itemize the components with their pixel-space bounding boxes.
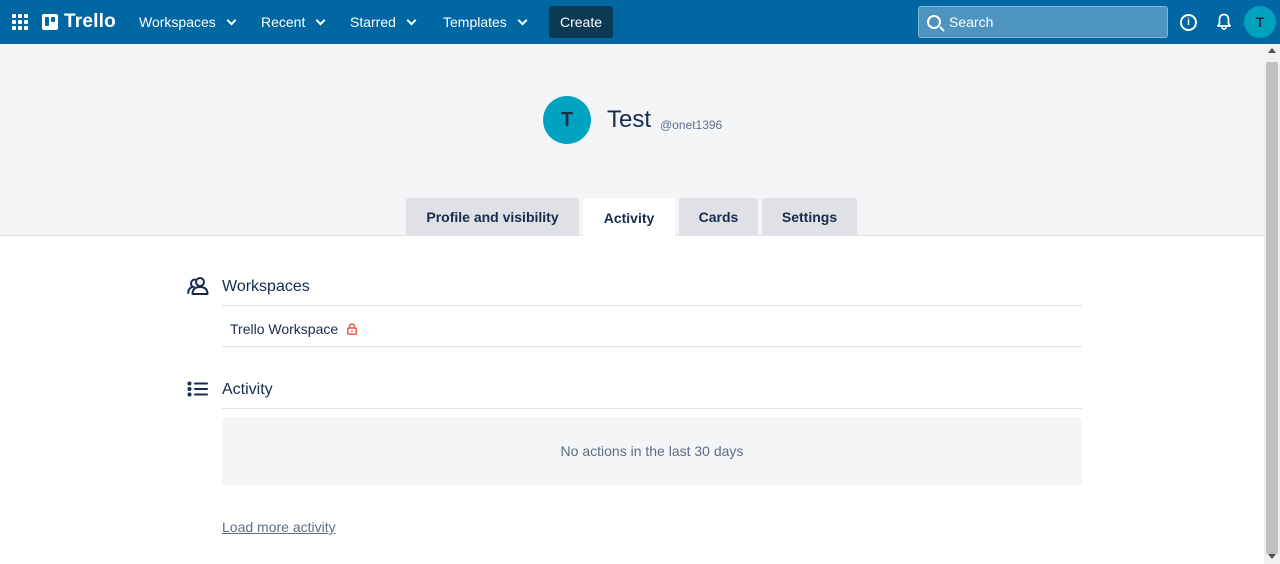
logo-text: Trello bbox=[64, 11, 116, 32]
divider bbox=[222, 305, 1082, 306]
tab-cards[interactable]: Cards bbox=[679, 198, 758, 236]
nav-starred-label: Starred bbox=[350, 14, 396, 30]
workspace-name: Trello Workspace bbox=[230, 321, 339, 337]
activity-empty-state: No actions in the last 30 days bbox=[222, 417, 1082, 485]
nav-templates-menu[interactable]: Templates bbox=[439, 6, 530, 38]
search-icon bbox=[927, 15, 941, 29]
chevron-down-icon bbox=[406, 15, 417, 25]
workspace-link[interactable]: Trello Workspace bbox=[230, 321, 358, 337]
search-input[interactable] bbox=[949, 14, 1149, 30]
top-navigation-bar: Trello Workspaces Recent Starred Templat… bbox=[0, 0, 1280, 44]
scrollbar-thumb[interactable] bbox=[1266, 62, 1278, 554]
scroll-up-arrow-icon[interactable] bbox=[1268, 48, 1276, 53]
nav-starred-menu[interactable]: Starred bbox=[346, 6, 419, 38]
scroll-down-arrow-icon[interactable] bbox=[1268, 554, 1276, 559]
nav-templates-label: Templates bbox=[443, 14, 507, 30]
activity-section-title: Activity bbox=[222, 381, 273, 398]
info-icon[interactable]: i bbox=[1180, 14, 1197, 31]
member-avatar-button[interactable]: T bbox=[1244, 6, 1276, 38]
profile-username: @onet1396 bbox=[660, 118, 723, 132]
tab-settings[interactable]: Settings bbox=[762, 198, 857, 236]
tab-activity[interactable]: Activity bbox=[583, 198, 675, 237]
app-switcher-button[interactable] bbox=[8, 8, 32, 36]
trello-logo-icon bbox=[42, 14, 58, 30]
nav-recent-menu[interactable]: Recent bbox=[257, 6, 328, 38]
load-more-activity-link[interactable]: Load more activity bbox=[222, 519, 336, 535]
empty-message: No actions in the last 30 days bbox=[560, 443, 744, 459]
page-scrollbar[interactable] bbox=[1264, 44, 1280, 564]
tab-profile-and-visibility[interactable]: Profile and visibility bbox=[406, 198, 579, 236]
nav-recent-label: Recent bbox=[261, 14, 306, 30]
profile-header: T Test @onet1396 Profile and visibility … bbox=[0, 44, 1264, 237]
chevron-down-icon bbox=[226, 15, 237, 25]
profile-tabs: Profile and visibility Activity Cards Se… bbox=[0, 198, 1264, 237]
profile-name: Test bbox=[607, 106, 652, 133]
chevron-down-icon bbox=[517, 15, 528, 25]
bell-icon[interactable] bbox=[1216, 13, 1232, 31]
divider bbox=[222, 346, 1082, 347]
apps-grid-icon bbox=[12, 14, 28, 30]
workspaces-members-icon bbox=[187, 277, 209, 295]
divider bbox=[222, 408, 1082, 409]
profile-avatar: T bbox=[543, 96, 591, 144]
create-button[interactable]: Create bbox=[549, 6, 613, 38]
activity-list-icon bbox=[187, 381, 208, 397]
trello-logo[interactable]: Trello bbox=[42, 10, 116, 34]
search-box[interactable] bbox=[918, 6, 1168, 38]
lock-icon bbox=[347, 323, 358, 335]
chevron-down-icon bbox=[315, 15, 326, 25]
workspaces-section-title: Workspaces bbox=[222, 278, 310, 295]
nav-workspaces-label: Workspaces bbox=[139, 14, 216, 30]
nav-workspaces-menu[interactable]: Workspaces bbox=[135, 6, 239, 38]
